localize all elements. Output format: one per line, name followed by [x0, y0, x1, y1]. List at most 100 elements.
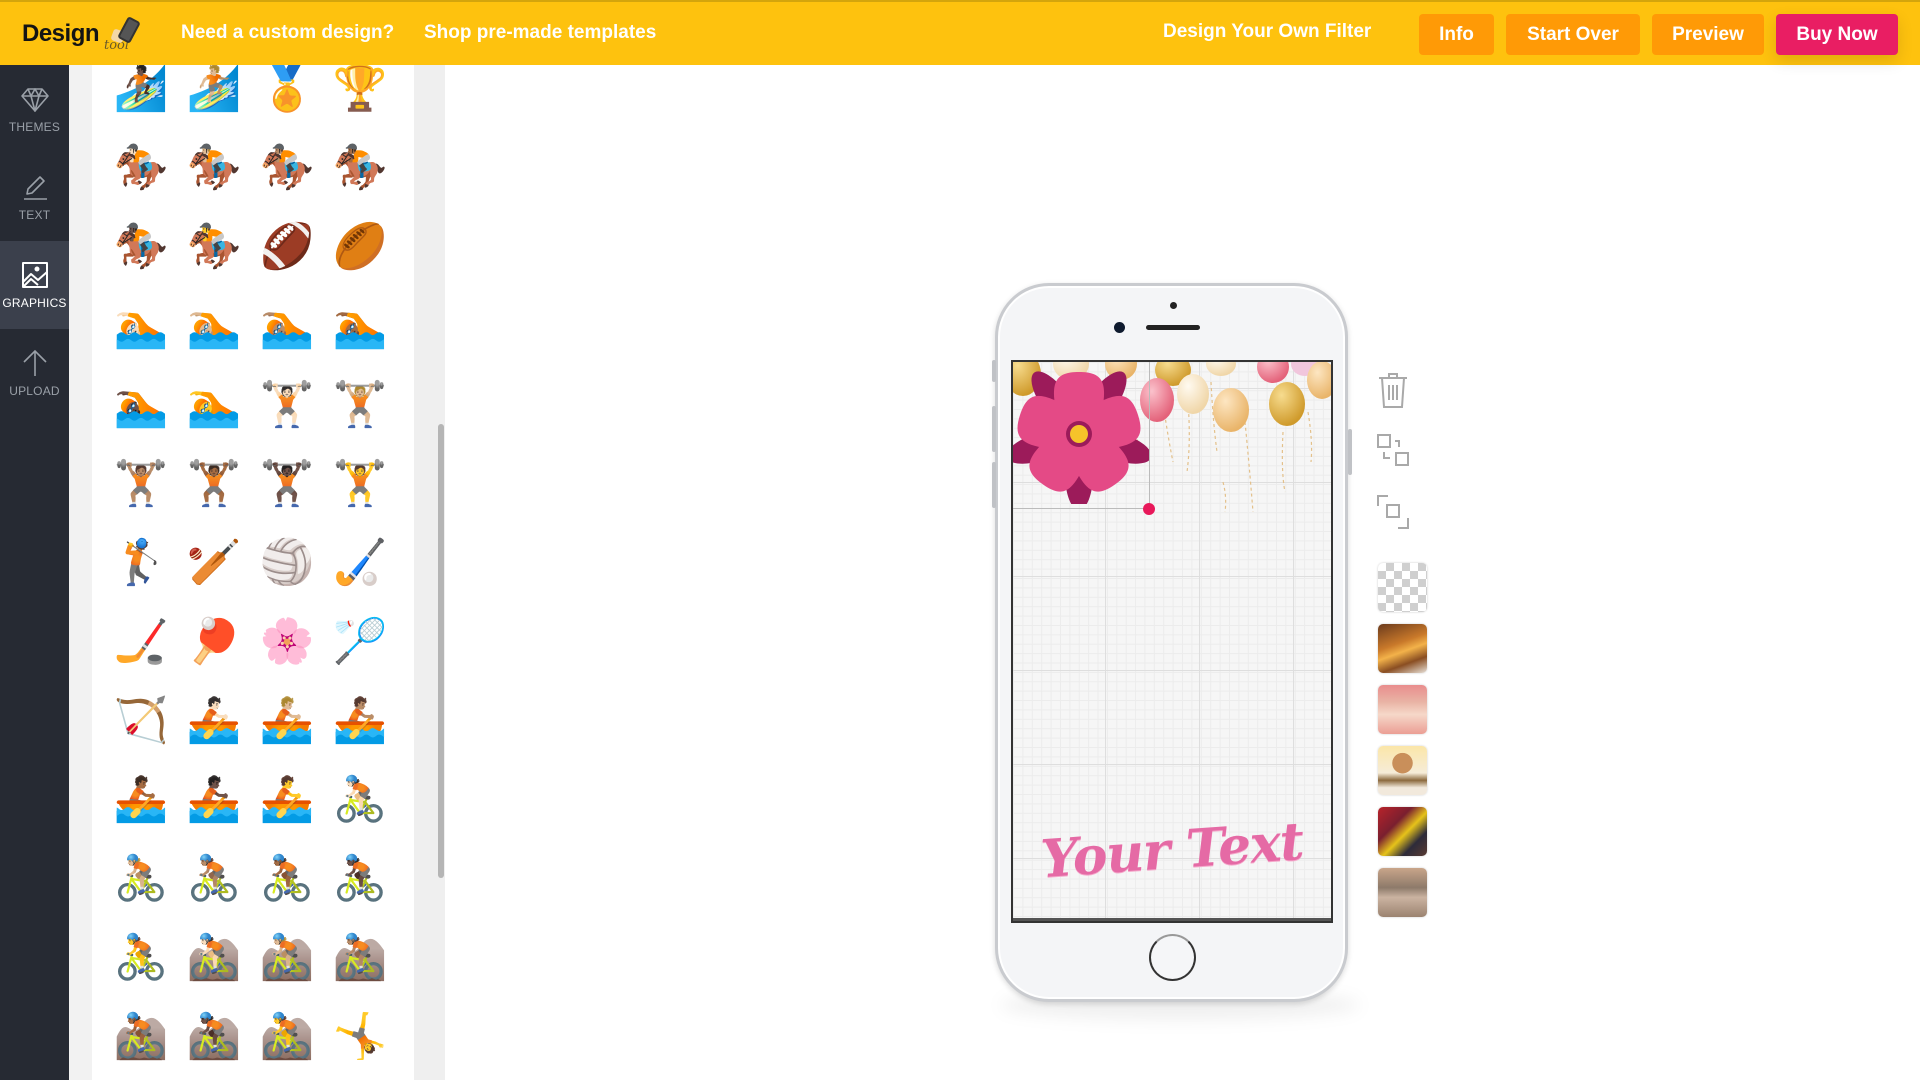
graphic-item[interactable]: 🏊🏾 — [332, 298, 388, 354]
graphic-item[interactable]: 🚴🏻 — [332, 772, 388, 828]
image-icon — [21, 262, 48, 288]
graphic-item[interactable]: 🏊🏽 — [259, 298, 315, 354]
sidebar-item-themes[interactable]: THEMES — [0, 65, 69, 153]
graphic-item[interactable]: 🏋🏿 — [259, 456, 315, 512]
shop-templates-link[interactable]: Shop pre-made templates — [424, 22, 656, 44]
graphic-item[interactable]: 🏑 — [332, 535, 388, 591]
graphic-item[interactable]: 🚴🏼 — [113, 851, 169, 907]
graphic-item[interactable]: 🏇🏼 — [186, 140, 242, 196]
balloon — [1177, 374, 1209, 414]
graphic-item[interactable]: 🚵🏼 — [259, 930, 315, 986]
overlay-text[interactable]: Your Text — [1013, 809, 1331, 892]
logo-text: Design — [22, 20, 100, 47]
balloon — [1206, 362, 1236, 376]
graphic-item[interactable]: 🚣🏾 — [113, 772, 169, 828]
ungroup-button[interactable] — [1374, 431, 1412, 471]
background-thumb-dancing-party[interactable] — [1378, 807, 1427, 856]
graphic-item[interactable]: 🏊 — [186, 377, 242, 433]
graphic-item[interactable]: 🏸 — [332, 614, 388, 670]
graphic-item[interactable]: 🏊🏻 — [113, 298, 169, 354]
background-thumb-birthday-cake-girl[interactable] — [1378, 746, 1427, 795]
graphic-item[interactable]: 🚵🏻 — [186, 930, 242, 986]
start-over-button[interactable]: Start Over — [1506, 14, 1640, 55]
graphic-item[interactable]: 🏆 — [332, 65, 388, 117]
graphic-item[interactable]: 🏐 — [259, 535, 315, 591]
balloon — [1257, 362, 1289, 383]
phone-home-button — [1149, 934, 1196, 981]
sidebar-label: GRAPHICS — [2, 296, 67, 310]
buy-now-button[interactable]: Buy Now — [1776, 14, 1898, 55]
graphic-item[interactable]: 🚣🏽 — [332, 693, 388, 749]
graphic-item[interactable]: 🚵🏿 — [186, 1009, 242, 1065]
graphic-item[interactable]: 🏒 — [113, 614, 169, 670]
graphic-item[interactable]: 🚴 — [113, 930, 169, 986]
sidebar-label: TEXT — [18, 208, 51, 222]
flower-graphic[interactable] — [1011, 364, 1149, 504]
graphic-item[interactable]: 🚣🏿 — [186, 772, 242, 828]
background-thumb-party-girls[interactable] — [1378, 685, 1427, 734]
graphic-item[interactable]: 🚴🏿 — [332, 851, 388, 907]
graphic-item[interactable]: 🚣🏻 — [186, 693, 242, 749]
graphic-item[interactable]: 🏅 — [259, 65, 315, 117]
background-thumb-transparent[interactable] — [1378, 563, 1427, 612]
graphic-item[interactable]: 🏄🏿 — [113, 65, 169, 117]
graphic-item[interactable]: 🚴🏾 — [259, 851, 315, 907]
graphic-item[interactable]: 🏹 — [113, 693, 169, 749]
ungroup-icon — [1377, 434, 1409, 466]
design-tool-logo[interactable]: Design tool — [22, 16, 142, 56]
graphic-item[interactable]: 🏌 — [113, 535, 169, 591]
graphic-item[interactable]: 🏇🏻 — [113, 140, 169, 196]
alignment-guide-horizontal — [1013, 508, 1149, 509]
phone-power-button — [1348, 429, 1352, 475]
graphic-item[interactable]: 🏓 — [186, 614, 242, 670]
diamond-icon — [20, 88, 49, 112]
filter-canvas[interactable]: Your Text — [1011, 360, 1333, 923]
graphic-item[interactable]: 🏇 — [186, 219, 242, 275]
sidebar-item-upload[interactable]: UPLOAD — [0, 329, 69, 417]
sidebar-item-graphics[interactable]: GRAPHICS — [0, 241, 69, 329]
sidebar-item-text[interactable]: TEXT — [0, 153, 69, 241]
graphic-item[interactable]: 🏇🏽 — [259, 140, 315, 196]
top-header: Design tool Need a custom design? Shop p… — [0, 0, 1920, 65]
graphic-item[interactable]: 🏇🏾 — [332, 140, 388, 196]
balloon — [1307, 362, 1331, 399]
pencil-icon — [23, 176, 47, 200]
graphic-item[interactable]: 🏋🏻 — [259, 377, 315, 433]
preview-button[interactable]: Preview — [1652, 14, 1764, 55]
graphic-item[interactable]: 🏇🏿 — [113, 219, 169, 275]
phone-sensor — [1170, 302, 1177, 309]
graphic-item[interactable]: 🏋 — [332, 456, 388, 512]
graphic-item[interactable]: 🏋🏾 — [186, 456, 242, 512]
graphic-item[interactable]: 🚵🏾 — [113, 1009, 169, 1065]
sidebar-label: THEMES — [8, 120, 61, 134]
graphic-item[interactable]: 🏊🏿 — [113, 377, 169, 433]
graphic-item[interactable]: 🏄🏼 — [186, 65, 242, 117]
screen-bottom-edge — [1013, 918, 1331, 921]
graphic-item[interactable]: 🏋🏽 — [113, 456, 169, 512]
graphic-item[interactable]: 🏊🏼 — [186, 298, 242, 354]
graphic-item[interactable]: 🏏 — [186, 535, 242, 591]
panel-gutter — [69, 65, 92, 1080]
graphic-item[interactable]: 🚵🏽 — [332, 930, 388, 986]
graphic-item[interactable]: 🌸 — [259, 614, 315, 670]
group-button[interactable] — [1374, 492, 1412, 532]
rotate-handle[interactable] — [1143, 503, 1155, 515]
sidebar-label: UPLOAD — [9, 384, 60, 398]
graphic-item[interactable]: 🏈 — [259, 219, 315, 275]
graphic-item[interactable]: 🏉 — [332, 219, 388, 275]
graphic-item[interactable]: 🚴🏽 — [186, 851, 242, 907]
graphic-item[interactable]: 🚵 — [259, 1009, 315, 1065]
delete-button[interactable] — [1374, 370, 1412, 410]
background-thumb-party-table[interactable] — [1378, 624, 1427, 673]
phone-volume-down — [992, 462, 996, 508]
graphics-panel: 🏄🏿 🏄🏼 🏅 🏆 🏇🏻 🏇🏼 🏇🏽 🏇🏾 🏇🏿 🏇 🏈 🏉 🏊🏻 🏊🏼 🏊🏽 🏊🏾 🏊🏿 🏊 🏋🏻 🏋🏼 🏋🏽 🏋🏾 🏋🏿… — [92, 65, 414, 1080]
background-thumb-dance-floor[interactable] — [1378, 868, 1427, 917]
graphic-item[interactable]: 🏋🏼 — [332, 377, 388, 433]
graphic-item[interactable]: 🤸 — [332, 1009, 388, 1065]
info-button[interactable]: Info — [1419, 14, 1494, 55]
balloon — [1213, 388, 1249, 432]
graphic-item[interactable]: 🚣🏼 — [259, 693, 315, 749]
panel-scrollbar[interactable] — [438, 424, 444, 878]
custom-design-link[interactable]: Need a custom design? — [181, 22, 394, 44]
graphic-item[interactable]: 🚣 — [259, 772, 315, 828]
